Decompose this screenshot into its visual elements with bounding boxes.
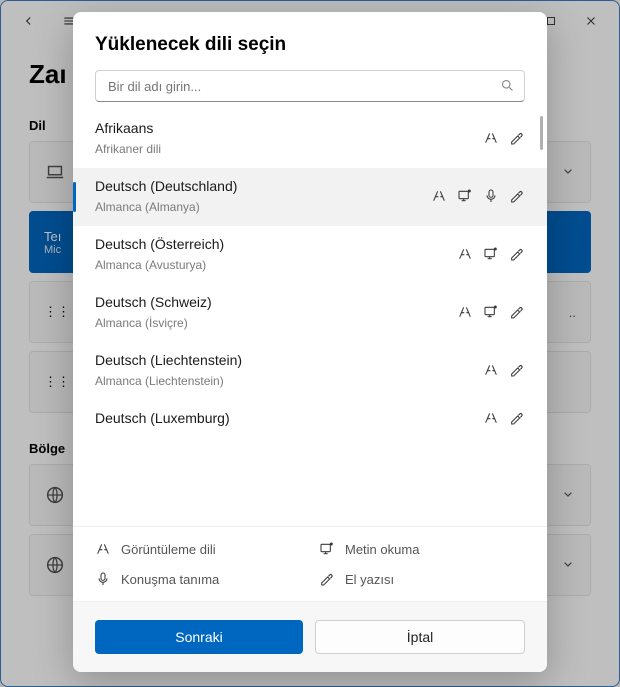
handwriting-icon — [509, 304, 525, 320]
handwriting-icon — [509, 410, 525, 426]
language-subname: Almanca (Almanya) — [95, 200, 405, 214]
display-icon — [431, 188, 447, 204]
display-icon — [95, 541, 111, 557]
scrollbar-thumb[interactable] — [540, 116, 543, 150]
feature-legend: Görüntüleme dili Metin okuma Konuşma tan… — [73, 526, 547, 601]
language-name: Deutsch (Luxemburg) — [95, 410, 405, 426]
language-name: Afrikaans — [95, 120, 405, 136]
language-list[interactable]: Afrikaans Afrikaner dili Deutsch (Deutschl… — [73, 110, 547, 526]
language-subname: Almanca (Liechtenstein) — [95, 374, 405, 388]
language-item[interactable]: Deutsch (Österreich) Almanca (Avusturya) — [73, 226, 547, 284]
language-item[interactable]: Deutsch (Deutschland) Almanca (Almanya) — [73, 168, 547, 226]
handwriting-icon — [319, 571, 335, 587]
language-item[interactable]: Deutsch (Liechtenstein) Almanca (Liechten… — [73, 342, 547, 400]
language-item[interactable]: Deutsch (Schweiz) Almanca (İsviçre) — [73, 284, 547, 342]
search-input-wrap — [95, 70, 525, 102]
search-icon — [500, 78, 515, 98]
handwriting-icon — [509, 246, 525, 262]
button-bar: Sonraki İptal — [73, 601, 547, 672]
language-item[interactable]: Afrikaans Afrikaner dili — [73, 110, 547, 168]
language-item[interactable]: Deutsch (Luxemburg) — [73, 400, 547, 426]
next-button[interactable]: Sonraki — [95, 620, 303, 654]
tts-icon — [457, 188, 473, 204]
speech-icon — [483, 188, 499, 204]
modal-overlay: Yüklenecek dili seçin Afrikaans Afrikaner… — [0, 0, 620, 687]
language-dialog: Yüklenecek dili seçin Afrikaans Afrikaner… — [73, 12, 547, 672]
language-name: Deutsch (Österreich) — [95, 236, 405, 252]
cancel-button[interactable]: İptal — [315, 620, 525, 654]
search-input[interactable] — [95, 70, 525, 102]
tts-icon — [483, 246, 499, 262]
dialog-title: Yüklenecek dili seçin — [73, 12, 547, 70]
language-subname: Almanca (İsviçre) — [95, 316, 405, 330]
tts-icon — [319, 541, 335, 557]
language-subname: Afrikaner dili — [95, 142, 405, 156]
language-name: Deutsch (Liechtenstein) — [95, 352, 405, 368]
display-icon — [483, 130, 499, 146]
language-name: Deutsch (Schweiz) — [95, 294, 405, 310]
language-subname: Almanca (Avusturya) — [95, 258, 405, 272]
display-icon — [457, 304, 473, 320]
display-icon — [457, 246, 473, 262]
display-icon — [483, 362, 499, 378]
speech-icon — [95, 571, 111, 587]
tts-icon — [483, 304, 499, 320]
handwriting-icon — [509, 188, 525, 204]
handwriting-icon — [509, 362, 525, 378]
display-icon — [483, 410, 499, 426]
handwriting-icon — [509, 130, 525, 146]
language-name: Deutsch (Deutschland) — [95, 178, 405, 194]
